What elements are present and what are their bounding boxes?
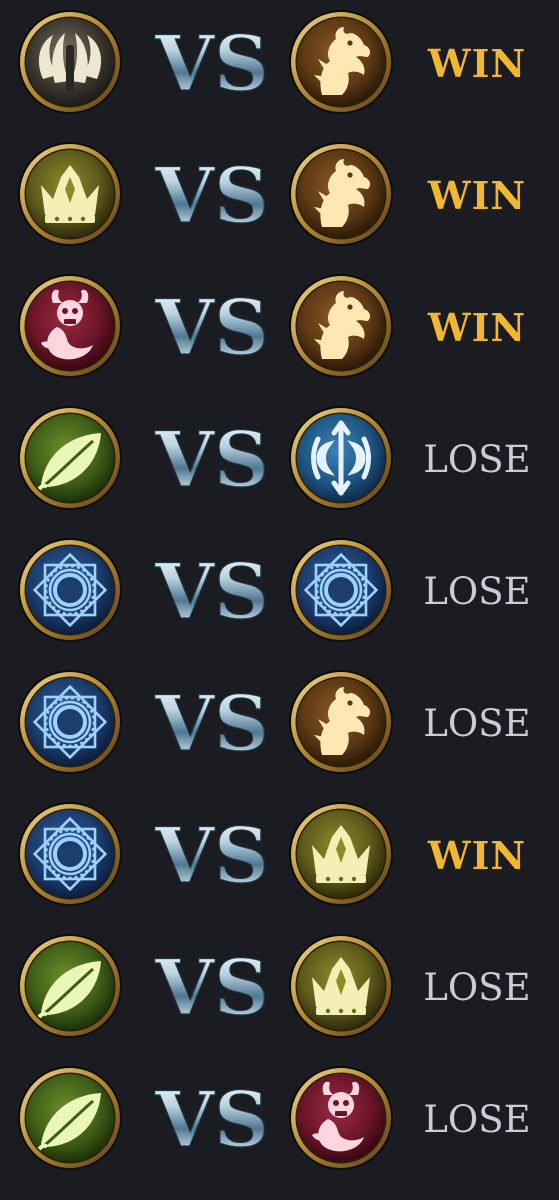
result-lose: LOSE [423, 966, 531, 1009]
result-lose: LOSE [423, 702, 531, 745]
vs-text: VS [154, 682, 269, 762]
claws-icon [17, 9, 123, 115]
vs-text: VS [154, 946, 269, 1026]
leaf-icon [17, 933, 123, 1039]
matchup-row: VS WIN [0, 794, 559, 914]
vs-text: VS [154, 286, 269, 366]
spirit-icon [288, 405, 394, 511]
matchup-row: VS LOSE [0, 530, 559, 650]
vs-label: VS [150, 22, 275, 102]
crown-icon [288, 933, 394, 1039]
vs-text: VS [154, 22, 269, 102]
matchup-row: VS WIN [0, 134, 559, 254]
matchup-row: VS WIN [0, 2, 559, 122]
result-win: WIN [427, 41, 527, 86]
vs-label: VS [150, 682, 275, 762]
dragon-icon [288, 273, 394, 379]
vs-label: VS [150, 946, 275, 1026]
result-win: WIN [427, 305, 527, 350]
vs-label: VS [150, 418, 275, 498]
crown-icon [17, 141, 123, 247]
result-lose: LOSE [423, 1098, 531, 1141]
demon-icon [17, 273, 123, 379]
mandala-icon [288, 537, 394, 643]
matchup-row: VS LOSE [0, 1058, 559, 1178]
vs-label: VS [150, 1078, 275, 1158]
vs-label: VS [150, 286, 275, 366]
vs-text: VS [154, 1078, 269, 1158]
result-win: WIN [427, 173, 527, 218]
mandala-icon [17, 537, 123, 643]
vs-label: VS [150, 154, 275, 234]
matchup-row: VS LOSE [0, 662, 559, 782]
crown-icon [288, 801, 394, 907]
dragon-icon [288, 669, 394, 775]
dragon-icon [288, 9, 394, 115]
vs-text: VS [154, 154, 269, 234]
result-win: WIN [427, 833, 527, 878]
demon-icon [288, 1065, 394, 1171]
dragon-icon [288, 141, 394, 247]
vs-text: VS [154, 418, 269, 498]
leaf-icon [17, 405, 123, 511]
vs-text: VS [154, 814, 269, 894]
vs-label: VS [150, 814, 275, 894]
result-lose: LOSE [423, 438, 531, 481]
vs-text: VS [154, 550, 269, 630]
matchup-board: VS WIN VS WIN VS WIN VS LOSE VS LOSE VS … [0, 0, 559, 1200]
mandala-icon [17, 669, 123, 775]
result-lose: LOSE [423, 570, 531, 613]
leaf-icon [17, 1065, 123, 1171]
vs-label: VS [150, 550, 275, 630]
mandala-icon [17, 801, 123, 907]
matchup-row: VS LOSE [0, 926, 559, 1046]
matchup-row: VS LOSE [0, 398, 559, 518]
matchup-row: VS WIN [0, 266, 559, 386]
